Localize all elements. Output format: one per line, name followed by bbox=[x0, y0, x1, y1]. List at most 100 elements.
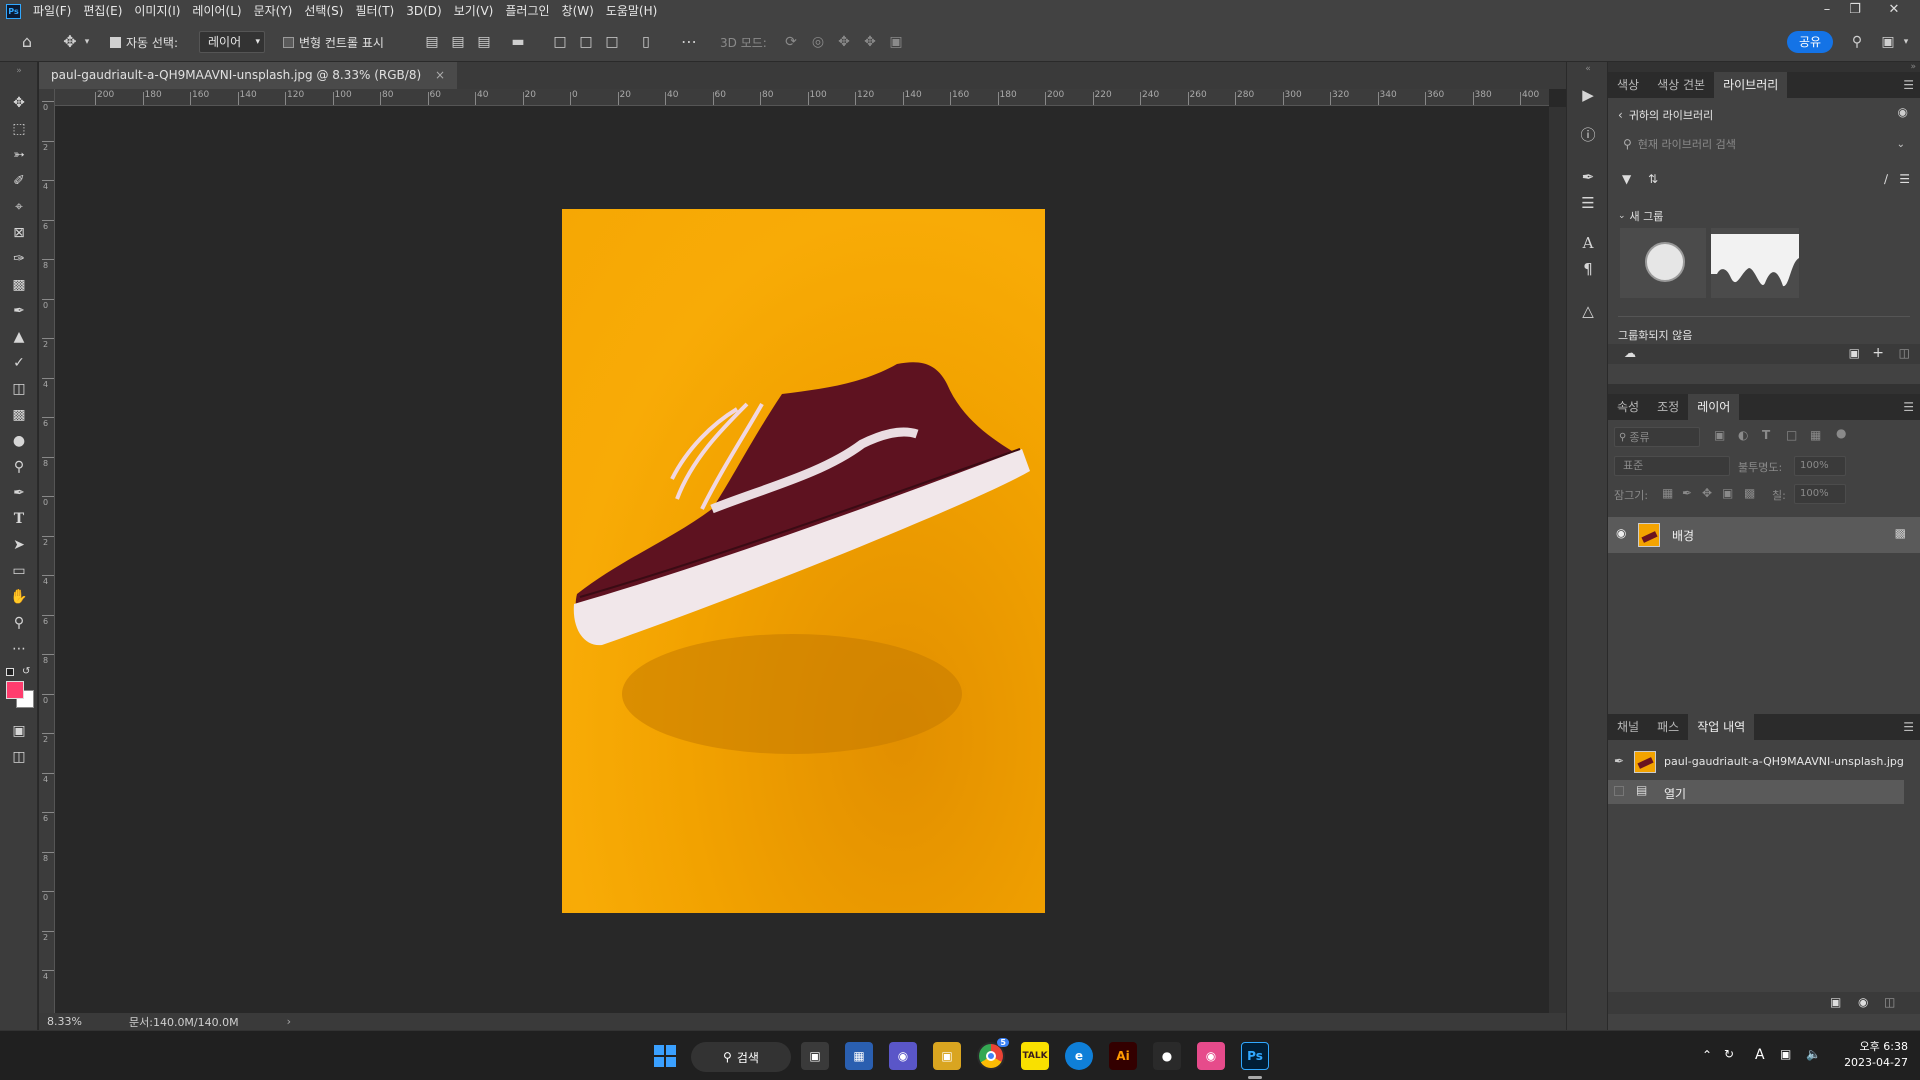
adjustment-filter-icon[interactable]: ◐ bbox=[1738, 428, 1748, 442]
file-explorer-icon[interactable]: ▣ bbox=[933, 1042, 961, 1070]
filter-icon[interactable]: ▼ bbox=[1622, 172, 1631, 186]
shape-filter-icon[interactable]: □ bbox=[1786, 428, 1797, 442]
distribute-icon[interactable]: ▬ bbox=[509, 33, 527, 51]
chevron-down-icon[interactable]: ▾ bbox=[1900, 33, 1912, 51]
teams-chat-icon[interactable]: ◉ bbox=[889, 1042, 917, 1070]
eyedropper-tool-icon[interactable]: ✑ bbox=[8, 248, 30, 270]
folder-icon[interactable]: ▣ bbox=[1849, 346, 1860, 360]
auto-select-dropdown[interactable]: 레이어 ▾ bbox=[199, 31, 265, 53]
menu-view[interactable]: 보기(V) bbox=[448, 0, 500, 22]
library-search-input[interactable]: ⚲ 현재 라이브러리 검색 ⌄ bbox=[1618, 132, 1910, 156]
back-to-libraries[interactable]: ‹ 귀하의 라이브러리 bbox=[1618, 107, 1713, 123]
align-bottom-icon[interactable]: □ bbox=[603, 33, 621, 51]
tab-paths[interactable]: 패스 bbox=[1648, 714, 1688, 740]
widgets-icon[interactable]: ▦ bbox=[845, 1042, 873, 1070]
history-source-checkbox[interactable] bbox=[1614, 786, 1624, 796]
network-icon[interactable]: ▣ bbox=[1780, 1047, 1791, 1061]
chrome-icon[interactable]: 5 bbox=[977, 1038, 1009, 1070]
collapse-icon[interactable]: « bbox=[1577, 64, 1599, 74]
zoom-level[interactable]: 8.33% bbox=[47, 1015, 107, 1028]
illustrator-icon[interactable]: Ai bbox=[1109, 1042, 1137, 1070]
auto-select-checkbox[interactable]: 자동 선택: bbox=[110, 31, 178, 53]
photo-app-icon[interactable]: ◉ bbox=[1197, 1042, 1225, 1070]
3d-slide-icon[interactable]: ✥ bbox=[861, 33, 879, 51]
taskbar-search[interactable]: ⚲ 검색 bbox=[691, 1042, 791, 1072]
info-icon[interactable]: ⓘ bbox=[1577, 124, 1599, 146]
brush-tool-icon[interactable]: ✒ bbox=[8, 300, 30, 322]
pixel-filter-icon[interactable]: ▣ bbox=[1714, 428, 1725, 442]
path-select-tool-icon[interactable]: ➤ bbox=[8, 534, 30, 556]
list-view-icon[interactable]: ☰ bbox=[1899, 172, 1910, 186]
menu-image[interactable]: 이미지(I) bbox=[128, 0, 186, 22]
blend-mode-select[interactable]: 표준 bbox=[1614, 456, 1730, 476]
history-snapshot[interactable]: ✒ paul-gaudriault-a-QH9MAAVNI-unsplash.j… bbox=[1608, 747, 1920, 777]
panel-menu-icon[interactable]: ☰ bbox=[1903, 394, 1914, 420]
eraser-tool-icon[interactable]: ◫ bbox=[8, 378, 30, 400]
tab-layers[interactable]: 레이어 bbox=[1688, 394, 1740, 420]
hand-tool-icon[interactable]: ✋ bbox=[8, 586, 30, 608]
default-colors-icon[interactable] bbox=[6, 668, 14, 676]
new-document-from-state-icon[interactable]: ▣ bbox=[1830, 995, 1841, 1009]
menu-edit[interactable]: 편집(E) bbox=[77, 0, 128, 22]
vertical-ruler[interactable]: 0 2 4 6 8 0 2 4 6 8 0 2 4 6 8 0 2 4 6 8 0 2 4 bbox=[39, 89, 55, 1013]
history-step[interactable]: ▤ 열기 bbox=[1608, 780, 1904, 804]
rectangle-tool-icon[interactable]: ▭ bbox=[8, 560, 30, 582]
move-tool-icon[interactable]: ✥ bbox=[8, 92, 30, 114]
document-image[interactable] bbox=[562, 209, 1045, 913]
history-brush-tool-icon[interactable]: ✓ bbox=[8, 352, 30, 374]
kakaotalk-icon[interactable]: TALK bbox=[1021, 1042, 1049, 1070]
trash-icon[interactable]: ◫ bbox=[1884, 995, 1895, 1009]
opacity-input[interactable]: 100% bbox=[1794, 456, 1846, 476]
chevron-right-icon[interactable]: › bbox=[287, 1015, 291, 1028]
dodge-tool-icon[interactable]: ⚲ bbox=[8, 456, 30, 478]
home-icon[interactable]: ⌂ bbox=[18, 33, 36, 51]
3d-orbit-icon[interactable]: ⟳ bbox=[782, 33, 800, 51]
document-tab[interactable]: paul-gaudriault-a-QH9MAAVNI-unsplash.jpg… bbox=[39, 62, 458, 89]
align-top-icon[interactable]: □ bbox=[551, 33, 569, 51]
zoom-tool-icon[interactable]: ⚲ bbox=[8, 612, 30, 634]
visibility-eye-icon[interactable]: ◉ bbox=[1616, 526, 1626, 540]
lock-icon[interactable]: ▩ bbox=[1895, 526, 1906, 540]
distribute-vertical-icon[interactable]: ▯ bbox=[637, 33, 655, 51]
blur-tool-icon[interactable]: ● bbox=[8, 430, 30, 452]
restore-icon[interactable]: ❐ bbox=[1842, 0, 1868, 22]
foreground-color-swatch[interactable] bbox=[6, 681, 24, 699]
layer-name[interactable]: 배경 bbox=[1672, 527, 1694, 544]
share-button[interactable]: 공유 bbox=[1787, 31, 1834, 53]
menu-help[interactable]: 도움말(H) bbox=[600, 0, 664, 22]
photoshop-taskbar-icon[interactable]: Ps bbox=[1241, 1042, 1269, 1070]
layer-row[interactable]: ◉ 배경 ▩ bbox=[1608, 517, 1920, 553]
canvas-scrollbar[interactable] bbox=[1549, 107, 1566, 1013]
chevron-down-icon[interactable]: ▾ bbox=[82, 33, 92, 51]
workspace-icon[interactable]: ▣ bbox=[1879, 33, 1897, 51]
chevron-up-icon[interactable]: ⌃ bbox=[1702, 1048, 1712, 1062]
edge-icon[interactable]: e bbox=[1065, 1042, 1093, 1070]
fill-input[interactable]: 100% bbox=[1794, 484, 1846, 504]
lock-position-icon[interactable]: ✥ bbox=[1702, 486, 1712, 500]
align-right-icon[interactable]: ▤ bbox=[475, 33, 493, 51]
grid-view-icon[interactable]: ∕ bbox=[1884, 172, 1888, 186]
ime-indicator[interactable]: A bbox=[1755, 1047, 1765, 1063]
tab-history[interactable]: 작업 내역 bbox=[1688, 714, 1755, 740]
library-asset-drip[interactable] bbox=[1711, 228, 1799, 298]
brush-settings-icon[interactable]: ✒ bbox=[1577, 166, 1599, 188]
frame-tool-icon[interactable]: ⊠ bbox=[8, 222, 30, 244]
align-center-icon[interactable]: ▤ bbox=[449, 33, 467, 51]
menu-type[interactable]: 문자(Y) bbox=[248, 0, 299, 22]
library-user-icon[interactable]: ◉ bbox=[1898, 105, 1908, 119]
smart-object-filter-icon[interactable]: ▦ bbox=[1810, 428, 1821, 442]
filter-toggle-icon[interactable]: ● bbox=[1836, 426, 1846, 440]
gradient-tool-icon[interactable]: ▩ bbox=[8, 404, 30, 426]
lock-artboard-icon[interactable]: ▣ bbox=[1722, 486, 1733, 500]
move-tool-icon[interactable]: ✥ bbox=[61, 33, 79, 51]
panel-menu-icon[interactable]: ☰ bbox=[1903, 714, 1914, 740]
lock-transparent-icon[interactable]: ▦ bbox=[1662, 486, 1673, 500]
add-icon[interactable]: + bbox=[1872, 345, 1884, 361]
menu-select[interactable]: 선택(S) bbox=[298, 0, 349, 22]
search-icon[interactable]: ⚲ bbox=[1848, 33, 1866, 51]
cloud-icon[interactable]: ☁ bbox=[1624, 346, 1636, 360]
collapse-icon[interactable]: » bbox=[1910, 62, 1916, 72]
lock-pixels-icon[interactable]: ✒ bbox=[1682, 486, 1692, 500]
more-tools-icon[interactable]: ⋯ bbox=[8, 638, 30, 660]
group-header[interactable]: ⌄ 새 그룹 bbox=[1618, 208, 1663, 224]
